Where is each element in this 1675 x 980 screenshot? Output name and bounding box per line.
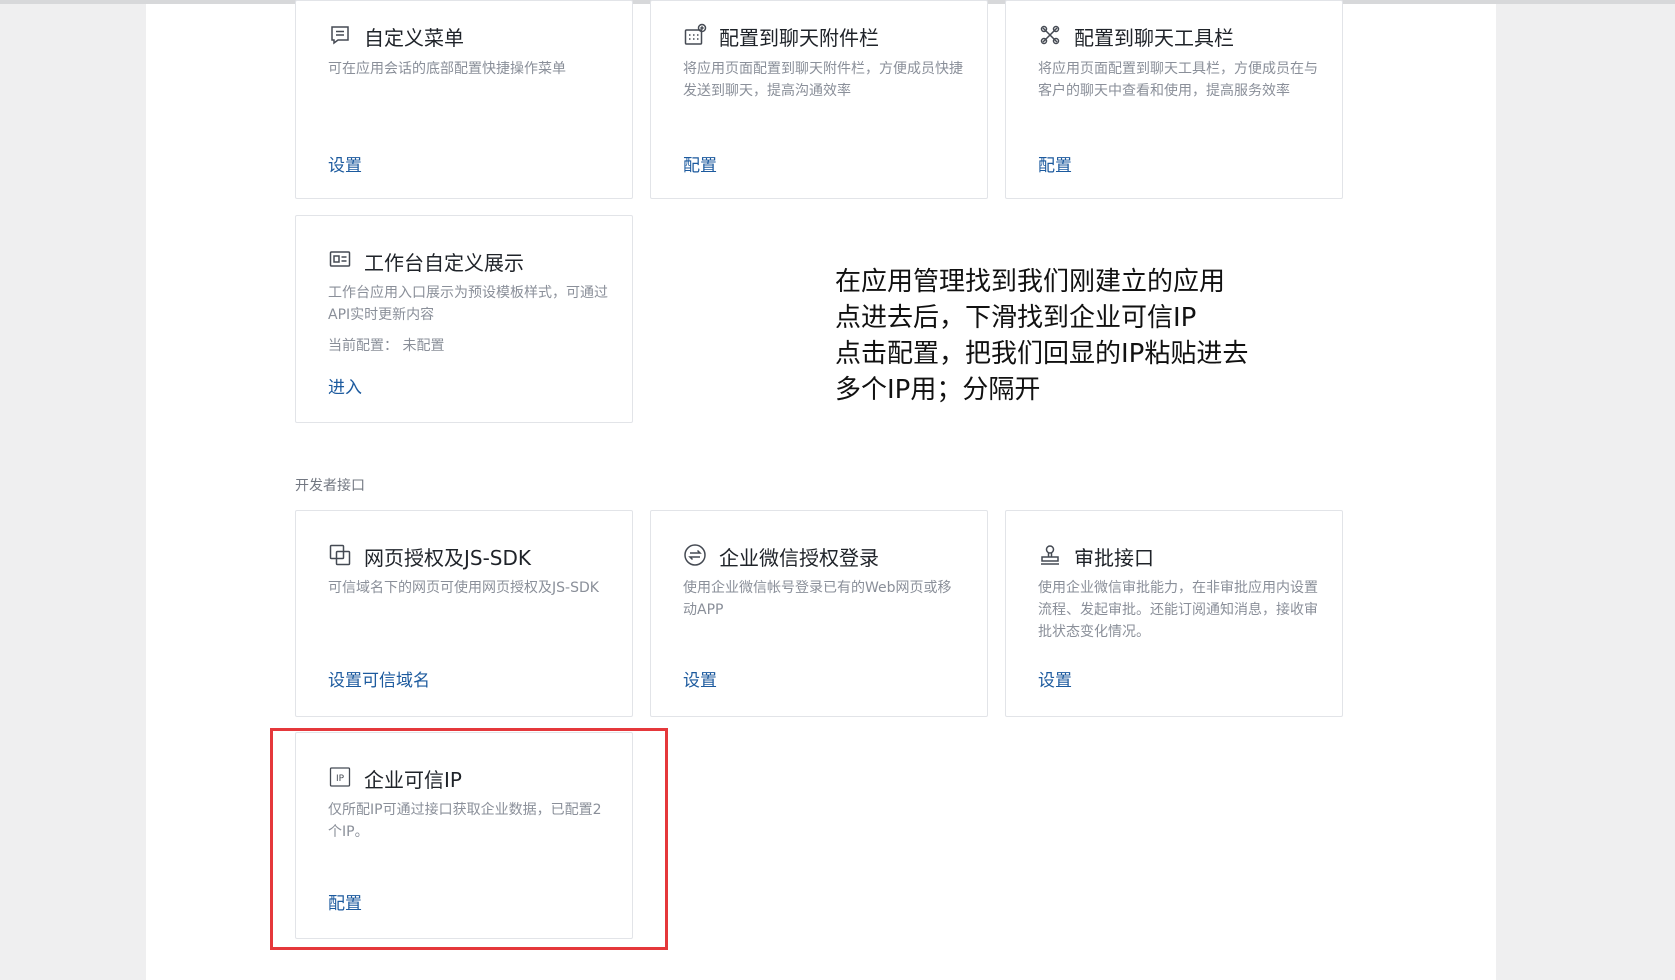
card-description: 可在应用会话的底部配置快捷操作菜单 <box>328 61 566 77</box>
highlight-box <box>270 728 668 950</box>
card-web-auth-jssdk: 网页授权及JS-SDK 可信域名下的网页可使用网页授权及JS-SDK 设置可信域… <box>295 510 633 717</box>
card-title: 配置到聊天附件栏 <box>719 26 879 50</box>
card-workbench-display: 工作台自定义展示 工作台应用入口展示为预设模板样式，可通过API实时更新内容 当… <box>295 215 633 423</box>
card-description: 使用企业微信帐号登录已有的Web网页或移动APP <box>683 580 952 618</box>
card-title: 配置到聊天工具栏 <box>1074 26 1234 50</box>
card-wecom-login: 企业微信授权登录 使用企业微信帐号登录已有的Web网页或移动APP 设置 <box>650 510 988 717</box>
annotation-line: 点击配置，把我们回显的IP粘贴进去 <box>835 339 1249 369</box>
menu-list-icon <box>328 23 352 47</box>
toolbar-icon <box>1038 23 1062 47</box>
attachment-grid-icon <box>683 23 707 47</box>
annotation-note: 在应用管理找到我们刚建立的应用 点进去后，下滑找到企业可信IP 点击配置，把我们… <box>835 264 1248 408</box>
custom-menu-settings-link[interactable]: 设置 <box>328 151 362 176</box>
annotation-line: 点进去后，下滑找到企业可信IP <box>835 303 1197 333</box>
annotation-line: 在应用管理找到我们刚建立的应用 <box>835 267 1226 297</box>
card-title: 企业微信授权登录 <box>719 546 879 570</box>
web-auth-icon <box>328 543 352 567</box>
wecom-login-icon <box>683 543 707 567</box>
card-title: 工作台自定义展示 <box>364 251 524 275</box>
card-title: 审批接口 <box>1074 546 1154 570</box>
workbench-card-icon <box>328 247 352 271</box>
card-chat-toolbar: 配置到聊天工具栏 将应用页面配置到聊天工具栏，方便成员在与客户的聊天中查看和使用… <box>1005 0 1343 199</box>
card-description: 将应用页面配置到聊天工具栏，方便成员在与客户的聊天中查看和使用，提高服务效率 <box>1038 61 1318 99</box>
card-description: 工作台应用入口展示为预设模板样式，可通过API实时更新内容 <box>328 285 608 323</box>
card-chat-attachment: 配置到聊天附件栏 将应用页面配置到聊天附件栏，方便成员快捷发送到聊天，提高沟通效… <box>650 0 988 199</box>
card-description: 将应用页面配置到聊天附件栏，方便成员快捷发送到聊天，提高沟通效率 <box>683 61 963 99</box>
card-approval-api: 审批接口 使用企业微信审批能力，在非审批应用内设置流程、发起审批。还能订阅通知消… <box>1005 510 1343 717</box>
current-config-label: 当前配置： <box>328 338 398 354</box>
card-description: 使用企业微信审批能力，在非审批应用内设置流程、发起审批。还能订阅通知消息，接收审… <box>1038 580 1318 640</box>
current-config-value: 未配置 <box>402 338 445 354</box>
card-description: 可信域名下的网页可使用网页授权及JS-SDK <box>328 580 599 596</box>
workbench-enter-link[interactable]: 进入 <box>328 373 362 398</box>
card-title: 网页授权及JS-SDK <box>364 546 532 570</box>
card-title: 自定义菜单 <box>364 26 464 50</box>
approval-settings-link[interactable]: 设置 <box>1038 666 1072 691</box>
chat-toolbar-config-link[interactable]: 配置 <box>1038 151 1072 176</box>
current-config: 当前配置： 未配置 <box>328 335 444 355</box>
approval-stamp-icon <box>1038 543 1062 567</box>
card-custom-menu: 自定义菜单 可在应用会话的底部配置快捷操作菜单 设置 <box>295 0 633 199</box>
developer-section-label: 开发者接口 <box>295 478 365 494</box>
set-trusted-domain-link[interactable]: 设置可信域名 <box>328 666 430 691</box>
annotation-line: 多个IP用；分隔开 <box>835 375 1041 405</box>
wecom-login-settings-link[interactable]: 设置 <box>683 666 717 691</box>
chat-attachment-config-link[interactable]: 配置 <box>683 151 717 176</box>
